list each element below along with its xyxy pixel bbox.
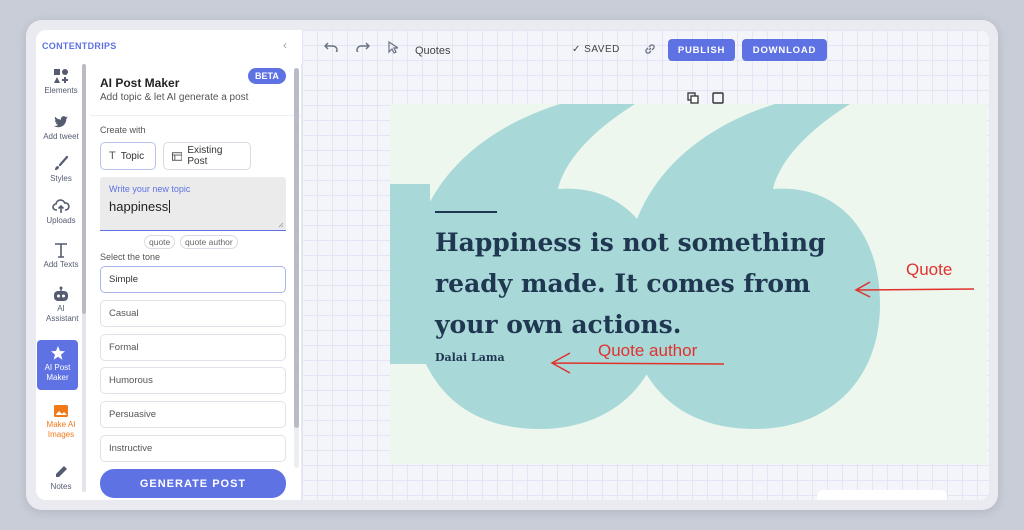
create-with-label: Create with — [100, 125, 146, 135]
quote-author-text[interactable]: Dalai Lama — [435, 351, 505, 364]
link-icon[interactable] — [644, 43, 656, 55]
option-existing-post-button[interactable]: Existing Post — [163, 142, 251, 170]
rail-label: AI Assistant — [46, 304, 79, 323]
option-label: Existing Post — [187, 145, 223, 167]
rail-item-add-tweet[interactable]: Add tweet — [36, 114, 86, 142]
publish-button[interactable]: PUBLISH — [668, 39, 735, 61]
top-toolbar: Quotes ✓ SAVED PUBLISH DOWNLOAD — [302, 30, 989, 64]
annotation-arrow-author — [550, 352, 725, 374]
rail-label: AI Post Maker — [44, 363, 71, 382]
twitter-icon — [54, 116, 68, 128]
ai-post-maker-panel: BETA AI Post Maker Add topic & let AI ge… — [90, 64, 302, 500]
quote-text[interactable]: Happiness is not something ready made. I… — [435, 222, 855, 345]
rail-item-make-ai-images[interactable]: Make AI Images — [36, 404, 86, 440]
rail-item-uploads[interactable]: Uploads — [36, 198, 86, 226]
tone-humorous[interactable]: Humorous — [100, 367, 286, 394]
bottom-pill — [817, 490, 947, 500]
saved-status: ✓ SAVED — [572, 44, 620, 55]
divider — [90, 115, 301, 116]
rail-label: Add Texts — [43, 260, 79, 269]
elements-icon — [54, 69, 68, 83]
app-window: CONTENTDRIPS ‹ Elements Add tweet Styles — [36, 30, 989, 500]
pen-icon — [56, 466, 67, 477]
generate-post-button[interactable]: GENERATE POST — [100, 469, 286, 498]
tag-quote-author[interactable]: quote author — [180, 235, 238, 249]
rail-label: Styles — [50, 174, 72, 183]
rail-scrollbar[interactable] — [82, 64, 86, 492]
undo-icon[interactable] — [324, 42, 338, 52]
rail-item-styles[interactable]: Styles — [36, 156, 86, 184]
tone-instructive[interactable]: Instructive — [100, 435, 286, 462]
annotation-arrow-quote — [854, 281, 975, 298]
topic-input-value: happiness — [109, 199, 169, 214]
frame-icon[interactable] — [712, 92, 724, 104]
star-icon — [50, 346, 65, 360]
rail-item-add-texts[interactable]: Add Texts — [36, 242, 86, 270]
rail-item-notes[interactable]: Notes — [36, 464, 86, 492]
tone-casual[interactable]: Casual — [100, 300, 286, 327]
option-label: Topic — [120, 150, 145, 162]
quote-line: your own actions. — [435, 310, 682, 339]
rail-item-elements[interactable]: Elements — [36, 68, 86, 96]
saved-label: SAVED — [584, 44, 620, 55]
quote-divider-line — [435, 211, 497, 213]
quote-line: ready made. It comes from — [435, 269, 811, 298]
tone-persuasive[interactable]: Persuasive — [100, 401, 286, 428]
canvas-area: Quotes ✓ SAVED PUBLISH DOWNLOAD Happines… — [302, 30, 989, 500]
brush-icon — [55, 156, 69, 170]
quote-line: Happiness is not something — [435, 228, 826, 257]
option-topic-button[interactable]: T Topic — [100, 142, 156, 170]
panel-subtitle: Add topic & let AI generate a post — [100, 92, 249, 103]
post-icon — [172, 151, 183, 161]
check-icon: ✓ — [572, 44, 581, 55]
pointer-icon[interactable] — [388, 41, 398, 54]
beta-badge: BETA — [248, 68, 286, 84]
panel-scrollbar[interactable] — [294, 68, 299, 468]
rail-label: Uploads — [46, 216, 76, 225]
tone-simple[interactable]: Simple — [100, 266, 286, 293]
topic-input[interactable]: Write your new topic happiness — [100, 177, 286, 231]
topic-input-label: Write your new topic — [109, 184, 191, 194]
robot-icon — [54, 286, 68, 301]
select-tone-label: Select the tone — [100, 252, 161, 262]
duplicate-icon[interactable] — [687, 92, 699, 104]
redo-icon[interactable] — [356, 42, 370, 52]
brand-logo: CONTENTDRIPS — [42, 41, 117, 51]
collapse-panel-icon[interactable]: ‹ — [283, 38, 287, 52]
rail-label: Notes — [50, 482, 72, 491]
text-icon: T — [109, 150, 116, 162]
rail-item-ai-post-maker[interactable]: AI Post Maker — [37, 340, 78, 390]
panel-title: AI Post Maker — [100, 76, 180, 90]
rail-label: Elements — [44, 86, 78, 95]
resize-handle-icon[interactable] — [278, 222, 284, 228]
rail-item-ai-assistant[interactable]: AI Assistant — [36, 286, 86, 324]
rail-label: Add tweet — [43, 132, 79, 141]
tone-formal[interactable]: Formal — [100, 334, 286, 361]
image-icon — [54, 405, 68, 417]
cloud-upload-icon — [52, 199, 70, 213]
download-button[interactable]: DOWNLOAD — [742, 39, 827, 61]
document-title[interactable]: Quotes — [415, 45, 450, 57]
annotation-quote: Quote — [906, 260, 953, 279]
tag-quote[interactable]: quote — [144, 235, 176, 249]
text-icon — [55, 243, 67, 258]
rail-label: Make AI Images — [46, 420, 76, 439]
